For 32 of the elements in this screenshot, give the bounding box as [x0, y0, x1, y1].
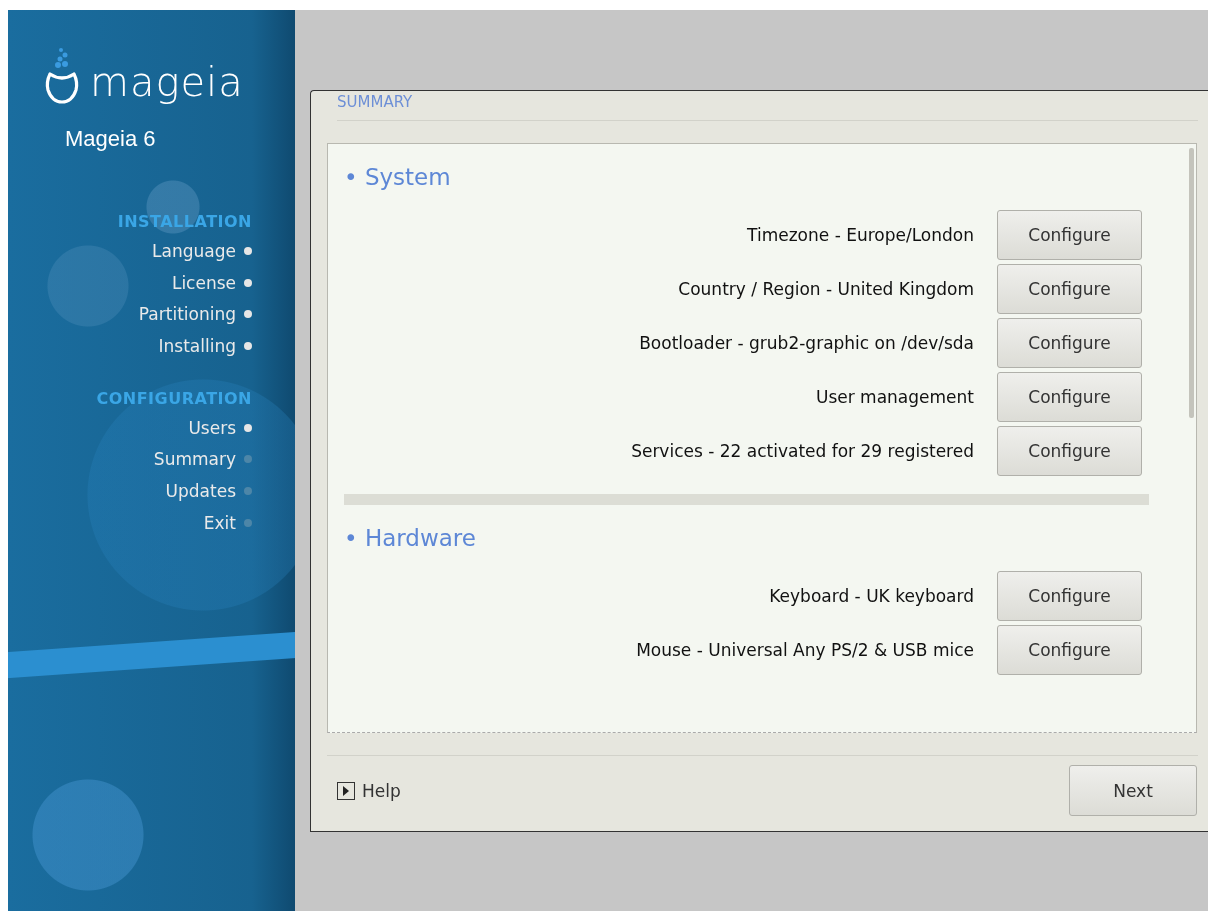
section-heading: • System [344, 164, 452, 190]
logo-wordmark: mageia [90, 60, 244, 104]
setting-label: Keyboard - UK keyboard [769, 586, 974, 606]
section-heading: • Hardware [344, 525, 477, 551]
configure-button[interactable]: Configure [997, 372, 1142, 422]
page-title: SUMMARY [336, 92, 414, 111]
section-heading: CONFIGURATION [96, 388, 252, 408]
setting-label: Country / Region - United Kingdom [678, 279, 974, 299]
step-label: Language [152, 240, 236, 261]
configure-button[interactable]: Configure [997, 210, 1142, 260]
configure-button[interactable]: Configure [997, 625, 1142, 675]
step-label: Installing [158, 335, 236, 356]
section-heading: INSTALLATION [117, 212, 252, 231]
next-button[interactable]: Next [1069, 765, 1197, 816]
configure-button[interactable]: Configure [997, 571, 1142, 621]
step-label: Updates [165, 480, 236, 501]
setting-label: User management [815, 387, 974, 407]
setting-label: Services - 22 activated for 29 registered [631, 441, 974, 461]
setting-label: Timezone - Europe/London [747, 225, 974, 245]
setting-label: Bootloader - grub2-graphic on /dev/sda [639, 333, 974, 353]
step-label: Users [188, 417, 236, 438]
configure-button[interactable]: Configure [997, 264, 1142, 314]
step-label: Summary [153, 449, 236, 470]
step-label: License [171, 272, 236, 293]
scrollbar-thumb[interactable] [1189, 148, 1194, 418]
configure-button[interactable]: Configure [997, 318, 1142, 368]
step-label: Partitioning [138, 304, 236, 325]
product-name: Mageia 6 [64, 125, 157, 152]
step-label: Exit [203, 512, 236, 533]
help-button[interactable]: Help [337, 780, 401, 801]
configure-button[interactable]: Configure [997, 426, 1142, 476]
setting-label: Mouse - Universal Any PS/2 & USB mice [636, 640, 974, 660]
